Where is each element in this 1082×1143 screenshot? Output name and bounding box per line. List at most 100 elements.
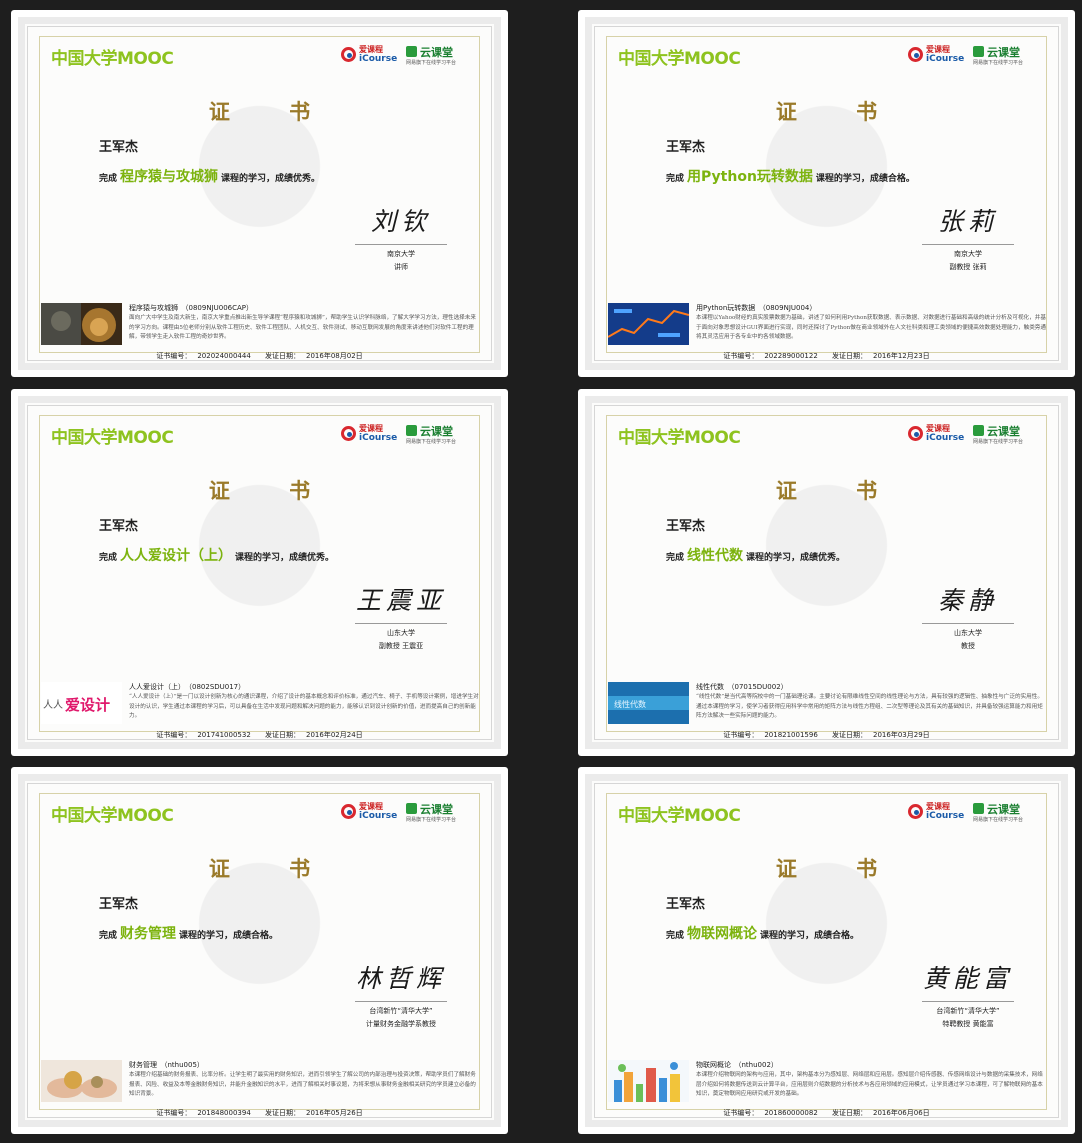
- complete-prefix: 完成: [666, 174, 685, 184]
- completion-line: 完成 用Python玩转数据 课程的学习，成绩合格。: [666, 166, 915, 186]
- certificate-card[interactable]: 中国大学MOOC 爱课程 iCourse 云课堂 网易旗下在线学习平台 证 书 …: [11, 389, 508, 756]
- signature-rule: [922, 623, 1014, 624]
- course-thumbnail: 人人 爱设计: [41, 682, 122, 724]
- icourse-logo: 爱课程 iCourse: [341, 423, 399, 449]
- icourse-logo: 爱课程 iCourse: [908, 423, 966, 449]
- result-text: 课程的学习，成绩合格。: [760, 931, 860, 941]
- certificate-title: 证 书: [775, 99, 904, 124]
- issue-date-label: 发证日期：: [265, 731, 301, 739]
- mooc-logo: 中国大学MOOC: [618, 806, 741, 826]
- course-code: 程序猿与攻城狮 （0809NJU006CAP）: [129, 304, 253, 312]
- completion-line: 完成 人人爱设计（上） 课程的学习，成绩优秀。: [99, 545, 334, 565]
- design-thumbnail-image: 人人 爱设计: [41, 682, 122, 724]
- complete-prefix: 完成: [666, 553, 685, 563]
- linear-thumbnail-image: 线性代数: [608, 682, 689, 724]
- yunketang-logo: 云课堂 网易旗下在线学习平台: [973, 801, 1035, 827]
- course-name: 程序猿与攻城狮: [120, 169, 219, 185]
- certificate-card[interactable]: 中国大学MOOC 爱课程 iCourse 云课堂 网易旗下在线学习平台 证 书 …: [578, 389, 1075, 756]
- course-code: 用Python玩转数据 （0809NJU004）: [696, 304, 817, 312]
- student-name: 王军杰: [99, 140, 139, 155]
- yunketang-sub: 网易旗下在线学习平台: [406, 817, 457, 823]
- result-text: 课程的学习，成绩优秀。: [235, 553, 335, 563]
- course-description: 本课程介绍基础的财务报表、比率分析。让学生明了最实用的财务知识，进而引领学生了解…: [129, 1072, 476, 1097]
- course-description: 面向广大中学生及南大新生，南京大学重点推出新生导学课程“程序猿和攻城狮”，帮助学…: [129, 315, 476, 340]
- course-thumbnail: [608, 1060, 689, 1102]
- mooc-logo: 中国大学MOOC: [51, 806, 174, 826]
- university: 南京大学: [387, 250, 415, 258]
- instructor-role: 教授: [961, 642, 975, 650]
- cert-no: 202024000444: [197, 352, 251, 360]
- yunketang-sub: 网易旗下在线学习平台: [973, 817, 1024, 823]
- signature: 秦静: [937, 586, 998, 615]
- signature-rule: [355, 244, 447, 245]
- student-name: 王军杰: [666, 519, 706, 534]
- svg-text:人人: 人人: [43, 699, 63, 711]
- issue-date-label: 发证日期：: [265, 352, 301, 360]
- lion-thumbnail-image: [41, 303, 122, 345]
- certificate-card[interactable]: 中国大学MOOC 爱课程 iCourse 云课堂 网易旗下在线学习平台 证 书 …: [578, 767, 1075, 1134]
- issue-date-label: 发证日期：: [832, 352, 868, 360]
- completion-line: 完成 物联网概论 课程的学习，成绩合格。: [666, 923, 859, 943]
- signature-rule: [922, 1001, 1014, 1002]
- icourse-ring-icon: [341, 804, 356, 819]
- yunketang-name: 云课堂: [420, 425, 453, 438]
- icourse-logo: 爱课程 iCourse: [341, 44, 399, 70]
- yunketang-icon: [973, 46, 984, 57]
- yunketang-sub: 网易旗下在线学习平台: [406, 439, 457, 445]
- university: 山东大学: [954, 629, 982, 637]
- instructor-role: 讲师: [394, 263, 408, 271]
- cert-no: 201848000394: [197, 1109, 251, 1117]
- certificate-card[interactable]: 中国大学MOOC 爱课程 iCourse 云课堂 网易旗下在线学习平台 证 书 …: [11, 767, 508, 1134]
- certificate-frame: 中国大学MOOC 爱课程 iCourse 云课堂 网易旗下在线学习平台 证 书 …: [18, 774, 501, 1127]
- cert-no: 201860000082: [764, 1109, 818, 1117]
- course-description: “人人爱设计（上）”是一门以设计创新为核心的通识课程，介绍了设计的基本概念和评价…: [129, 694, 479, 719]
- issue-date: 2016年06月06日: [873, 1109, 930, 1117]
- university: 山东大学: [387, 629, 415, 637]
- yunketang-icon: [973, 425, 984, 436]
- yunketang-logo: 云课堂 网易旗下在线学习平台: [406, 44, 468, 70]
- yunketang-sub: 网易旗下在线学习平台: [973, 439, 1024, 445]
- course-name: 人人爱设计（上）: [120, 548, 233, 564]
- certificate-card[interactable]: 中国大学MOOC 爱课程 iCourse 云课堂 网易旗下在线学习平台 证 书 …: [11, 10, 508, 377]
- complete-prefix: 完成: [99, 553, 118, 563]
- certificate-frame: 中国大学MOOC 爱课程 iCourse 云课堂 网易旗下在线学习平台 证 书 …: [585, 774, 1068, 1127]
- finance-thumbnail-image: [41, 1060, 122, 1102]
- icourse-en: iCourse: [359, 811, 398, 821]
- stock-thumbnail-image: [608, 303, 689, 345]
- yunketang-logo: 云课堂 网易旗下在线学习平台: [973, 44, 1035, 70]
- student-name: 王军杰: [99, 519, 139, 534]
- certificate-footer: 证书编号： 201821001596 发证日期： 2016年03月29日: [592, 730, 1061, 740]
- certificate-footer: 证书编号： 202289000122 发证日期： 2016年12月23日: [592, 351, 1061, 361]
- yunketang-name: 云课堂: [420, 803, 453, 816]
- completion-line: 完成 线性代数 课程的学习，成绩优秀。: [666, 545, 845, 565]
- cert-no-label: 证书编号：: [156, 1109, 192, 1117]
- certificate-title: 证 书: [775, 856, 904, 881]
- icourse-logo: 爱课程 iCourse: [908, 44, 966, 70]
- signature: 张莉: [937, 207, 998, 236]
- icourse-en: iCourse: [926, 811, 965, 821]
- cert-no-label: 证书编号：: [723, 352, 759, 360]
- issue-date: 2016年02月24日: [306, 731, 363, 739]
- mooc-logo: 中国大学MOOC: [51, 49, 174, 69]
- cert-no-label: 证书编号：: [723, 1109, 759, 1117]
- yunketang-logo: 云课堂 网易旗下在线学习平台: [973, 423, 1035, 449]
- result-text: 课程的学习，成绩优秀。: [746, 553, 846, 563]
- yunketang-icon: [406, 425, 417, 436]
- certificate-footer: 证书编号： 201860000082 发证日期： 2016年06月06日: [592, 1108, 1061, 1118]
- instructor-role: 副教授 张莉: [949, 263, 987, 271]
- completion-line: 完成 程序猿与攻城狮 课程的学习，成绩优秀。: [99, 166, 320, 186]
- signature: 刘钦: [370, 207, 431, 236]
- cert-no-label: 证书编号：: [156, 731, 192, 739]
- yunketang-name: 云课堂: [987, 803, 1020, 816]
- mooc-logo: 中国大学MOOC: [51, 428, 174, 448]
- course-thumbnail: 线性代数: [608, 682, 689, 724]
- course-thumbnail: [41, 303, 122, 345]
- issue-date-label: 发证日期：: [832, 1109, 868, 1117]
- yunketang-name: 云课堂: [987, 425, 1020, 438]
- course-description: 本课程介绍物联网的架构与应用，其中，架构基本分为感知层、网络层和应用层。感知层介…: [696, 1072, 1043, 1097]
- svg-text:爱设计: 爱设计: [65, 696, 110, 714]
- instructor-role: 副教授 王震亚: [378, 642, 424, 650]
- certificate-card[interactable]: 中国大学MOOC 爱课程 iCourse 云课堂 网易旗下在线学习平台 证 书 …: [578, 10, 1075, 377]
- certificate-title: 证 书: [775, 478, 904, 503]
- course-name: 财务管理: [120, 926, 177, 942]
